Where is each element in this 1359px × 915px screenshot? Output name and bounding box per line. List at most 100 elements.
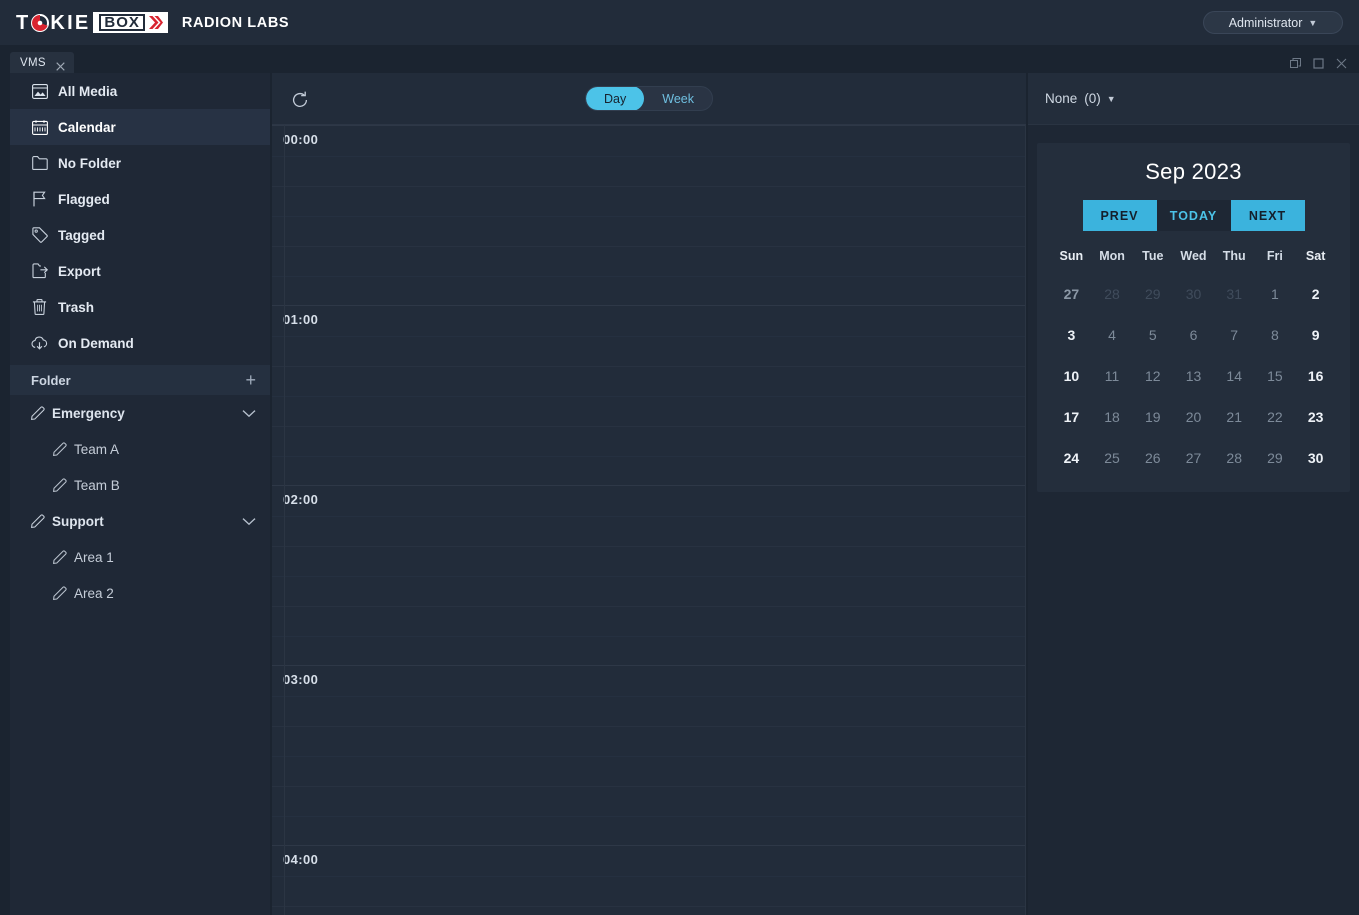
calendar-day[interactable]: 2 <box>1295 273 1336 314</box>
calendar-day[interactable]: 27 <box>1051 273 1092 314</box>
calendar-day[interactable]: 31 <box>1214 273 1255 314</box>
calendar-day[interactable]: 7 <box>1214 314 1255 355</box>
today-button[interactable]: TODAY <box>1156 200 1231 231</box>
calendar-day[interactable]: 13 <box>1173 355 1214 396</box>
hour-row[interactable]: 02:00 <box>272 485 1026 665</box>
hour-row[interactable]: 04:00 <box>272 845 1026 915</box>
calendar-day[interactable]: 12 <box>1132 355 1173 396</box>
folder-child-area-2[interactable]: Area 2 <box>10 575 270 611</box>
hour-row[interactable]: 00:00 <box>272 125 1026 305</box>
export-icon <box>31 263 48 280</box>
restore-icon[interactable] <box>1290 56 1301 68</box>
time-grid[interactable]: 00:00 01:00 02:00 03:00 04:00 <box>272 125 1026 915</box>
close-icon[interactable] <box>56 58 65 71</box>
folder-node-emergency[interactable]: Emergency <box>10 395 270 431</box>
chevron-down-icon[interactable] <box>242 406 256 421</box>
hour-label: 04:00 <box>283 852 319 867</box>
tab-bar: VMS <box>0 45 1359 73</box>
calendar-day[interactable]: 23 <box>1295 396 1336 437</box>
calendar-day[interactable]: 29 <box>1255 437 1296 478</box>
calendar-day[interactable]: 6 <box>1173 314 1214 355</box>
sidebar-item-calendar[interactable]: Calendar <box>10 109 270 145</box>
calendar-day[interactable]: 28 <box>1092 273 1133 314</box>
folder-section-header: Folder + <box>10 365 270 395</box>
folder-node-label: Emergency <box>52 405 125 421</box>
calendar-day[interactable]: 5 <box>1132 314 1173 355</box>
calendar-day[interactable]: 20 <box>1173 396 1214 437</box>
calendar-day[interactable]: 1 <box>1255 273 1296 314</box>
calendar-day[interactable]: 10 <box>1051 355 1092 396</box>
tab-vms[interactable]: VMS <box>10 52 74 73</box>
calendar-day[interactable]: 9 <box>1295 314 1336 355</box>
sidebar-item-flagged[interactable]: Flagged <box>10 181 270 217</box>
logo-box-badge: BOX <box>93 12 168 33</box>
mini-calendar-title: Sep 2023 <box>1145 159 1242 184</box>
filter-dropdown[interactable]: None (0) ▼ <box>1028 73 1359 125</box>
calendar-day[interactable]: 4 <box>1092 314 1133 355</box>
sidebar-item-tagged[interactable]: Tagged <box>10 217 270 253</box>
logo-target-o-icon <box>31 13 50 32</box>
pencil-icon <box>30 514 45 529</box>
calendar-day[interactable]: 18 <box>1092 396 1133 437</box>
folder-child-team-a[interactable]: Team A <box>10 431 270 467</box>
plus-icon[interactable]: + <box>245 371 256 389</box>
calendar-day[interactable]: 11 <box>1092 355 1133 396</box>
calendar-day[interactable]: 19 <box>1132 396 1173 437</box>
maximize-icon[interactable] <box>1313 56 1324 69</box>
folder-child-area-1[interactable]: Area 1 <box>10 539 270 575</box>
calendar-day[interactable]: 16 <box>1295 355 1336 396</box>
mini-calendar: Sep 2023 PREV TODAY NEXT Sun Mon Tue Wed… <box>1037 143 1350 492</box>
hour-label: 02:00 <box>283 492 319 507</box>
folder-node-support[interactable]: Support <box>10 503 270 539</box>
calendar-day-view: Day Week 00:00 01:00 02:00 03:00 04:00 <box>272 73 1026 915</box>
toggle-option-day[interactable]: Day <box>586 87 645 110</box>
sidebar-item-label: Tagged <box>58 227 105 243</box>
calendar-day[interactable]: 15 <box>1255 355 1296 396</box>
prev-month-button[interactable]: PREV <box>1082 200 1157 231</box>
calendar-day[interactable]: 8 <box>1255 314 1296 355</box>
calendar-day[interactable]: 27 <box>1173 437 1214 478</box>
folder-icon <box>31 155 48 172</box>
calendar-day[interactable]: 17 <box>1051 396 1092 437</box>
account-menu-button[interactable]: Administrator ▼ <box>1203 11 1343 34</box>
day-of-week-header: Tue <box>1142 249 1164 263</box>
folder-child-team-b[interactable]: Team B <box>10 467 270 503</box>
calendar-day[interactable]: 21 <box>1214 396 1255 437</box>
calendar-day[interactable]: 26 <box>1132 437 1173 478</box>
calendar-day[interactable]: 25 <box>1092 437 1133 478</box>
toggle-option-week[interactable]: Week <box>644 87 712 110</box>
filter-count: (0) <box>1084 91 1101 106</box>
next-month-button[interactable]: NEXT <box>1230 200 1305 231</box>
folder-child-label: Team B <box>74 477 120 493</box>
refresh-icon[interactable] <box>290 90 310 110</box>
cloud-download-icon <box>31 335 48 352</box>
sidebar-item-label: Flagged <box>58 191 110 207</box>
chevron-down-icon: ▼ <box>1308 17 1318 28</box>
sidebar-item-export[interactable]: Export <box>10 253 270 289</box>
pencil-icon <box>52 586 67 601</box>
sidebar-item-label: All Media <box>58 83 118 99</box>
sidebar-item-on-demand[interactable]: On Demand <box>10 325 270 361</box>
hour-row[interactable]: 01:00 <box>272 305 1026 485</box>
calendar-day[interactable]: 29 <box>1132 273 1173 314</box>
hour-row[interactable]: 03:00 <box>272 665 1026 845</box>
sidebar: All Media Calendar No Folder Flagged Tag… <box>10 73 270 915</box>
calendar-day[interactable]: 24 <box>1051 437 1092 478</box>
chevron-down-icon[interactable] <box>242 514 256 529</box>
time-gutter-divider <box>284 125 285 915</box>
calendar-day[interactable]: 30 <box>1295 437 1336 478</box>
calendar-day[interactable]: 3 <box>1051 314 1092 355</box>
hour-label: 01:00 <box>283 312 319 327</box>
calendar-day[interactable]: 14 <box>1214 355 1255 396</box>
calendar-day[interactable]: 22 <box>1255 396 1296 437</box>
calendar-day[interactable]: 30 <box>1173 273 1214 314</box>
chevron-down-icon: ▼ <box>1106 93 1116 104</box>
sidebar-item-no-folder[interactable]: No Folder <box>10 145 270 181</box>
sidebar-item-trash[interactable]: Trash <box>10 289 270 325</box>
app-logo: T KIE BOX RADION LABS <box>16 12 289 34</box>
tab-label: VMS <box>20 56 46 69</box>
close-icon[interactable] <box>1336 56 1347 69</box>
sidebar-item-all-media[interactable]: All Media <box>10 73 270 109</box>
sidebar-item-label: Calendar <box>58 119 116 135</box>
calendar-day[interactable]: 28 <box>1214 437 1255 478</box>
